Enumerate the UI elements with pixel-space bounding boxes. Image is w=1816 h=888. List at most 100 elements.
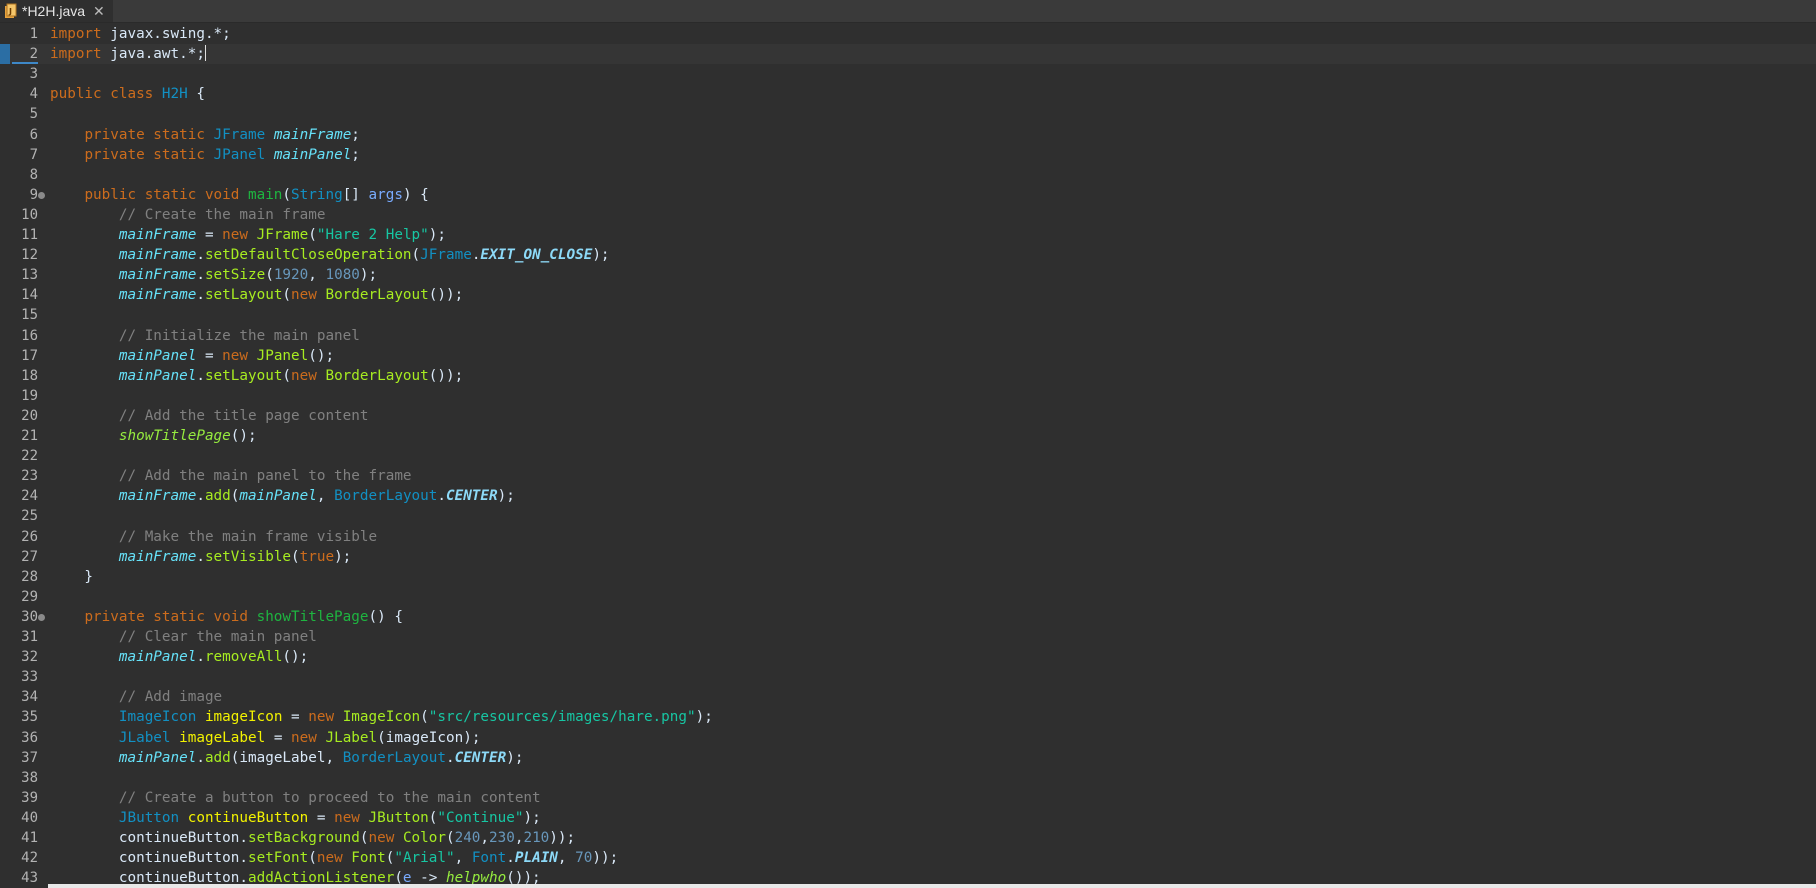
code-line[interactable]: 13 mainFrame.setSize(1920, 1080);	[0, 265, 1816, 285]
tab-h2h-java[interactable]: J *H2H.java ✕	[0, 0, 113, 22]
code-token: JButton	[368, 810, 429, 826]
line-number: 12	[21, 247, 38, 263]
code-line[interactable]: 20 // Add the title page content	[0, 406, 1816, 426]
code-line[interactable]: 16 // Initialize the main panel	[0, 326, 1816, 346]
code-token: 70	[575, 850, 593, 866]
line-number: 11	[21, 227, 38, 243]
code-line[interactable]: 1 import javax.swing.*;	[0, 24, 1816, 44]
code-token: );	[695, 709, 713, 725]
close-icon[interactable]: ✕	[93, 3, 105, 20]
code-line[interactable]: 32 mainPanel.removeAll();	[0, 647, 1816, 667]
code-token: JLabel	[325, 730, 378, 746]
code-line[interactable]: 33	[0, 667, 1816, 687]
code-token: java.awt.*;	[101, 46, 205, 62]
code-line[interactable]: 27 mainFrame.setVisible(true);	[0, 547, 1816, 567]
code-token: continueButton.	[50, 830, 248, 846]
code-line[interactable]: 4 public class H2H {	[0, 84, 1816, 104]
code-text: continueButton.setBackground(new Color(2…	[50, 828, 575, 848]
code-line[interactable]: 40 JButton continueButton = new JButton(…	[0, 808, 1816, 828]
code-text: private static JFrame mainFrame;	[50, 125, 359, 145]
code-line[interactable]: 5	[0, 104, 1816, 124]
code-line[interactable]: 26 // Make the main frame visible	[0, 527, 1816, 547]
code-line[interactable]: 2 import java.awt.*;	[0, 44, 1816, 64]
code-line[interactable]: 42 continueButton.setFont(new Font("Aria…	[0, 848, 1816, 868]
code-token: (	[420, 709, 429, 725]
code-line[interactable]: 9 public static void main(String[] args)…	[0, 185, 1816, 205]
code-token: showTitlePage	[256, 609, 369, 625]
code-token: CENTER	[445, 488, 498, 504]
code-line[interactable]: 22	[0, 446, 1816, 466]
code-token: ());	[428, 368, 464, 384]
code-token: add	[204, 488, 231, 504]
code-token: new	[291, 368, 326, 384]
code-line[interactable]: 25	[0, 506, 1816, 526]
code-line[interactable]: 41 continueButton.setBackground(new Colo…	[0, 828, 1816, 848]
code-token: EXIT_ON_CLOSE	[480, 247, 593, 263]
code-token: // Add the main panel to the frame	[118, 468, 412, 484]
line-number: 21	[21, 428, 38, 444]
code-token: (	[411, 247, 421, 263]
code-line[interactable]: 23 // Add the main panel to the frame	[0, 466, 1816, 486]
code-token: // Add the title page content	[118, 408, 369, 424]
code-line[interactable]: 17 mainPanel = new JPanel();	[0, 346, 1816, 366]
code-text: // Create the main frame	[50, 205, 326, 225]
line-number: 33	[21, 669, 38, 685]
code-token: import	[50, 26, 102, 42]
horizontal-scrollbar[interactable]	[48, 884, 1816, 888]
code-line[interactable]: 29	[0, 587, 1816, 607]
code-editor[interactable]: 1 import javax.swing.*; 2 import java.awt.*…	[0, 24, 1816, 886]
code-line[interactable]: 18 mainPanel.setLayout(new BorderLayout(…	[0, 366, 1816, 386]
code-token: private static void	[84, 609, 257, 625]
code-line[interactable]: 35 ImageIcon imageIcon = new ImageIcon("…	[0, 707, 1816, 727]
code-line[interactable]: 15	[0, 305, 1816, 325]
line-number: 5	[29, 106, 38, 122]
code-token: ();	[282, 649, 309, 665]
code-token: =	[308, 810, 335, 826]
code-line[interactable]: 12 mainFrame.setDefaultCloseOperation(JF…	[0, 245, 1816, 265]
code-line[interactable]: 30 private static void showTitlePage() {	[0, 607, 1816, 627]
tab-title: *H2H.java	[22, 3, 86, 19]
code-line[interactable]: 21 showTitlePage();	[0, 426, 1816, 446]
fold-toggle-icon[interactable]	[38, 192, 45, 199]
code-line[interactable]: 11 mainFrame = new JFrame("Hare 2 Help")…	[0, 225, 1816, 245]
code-token: public static void	[84, 187, 248, 203]
code-line[interactable]: 38	[0, 768, 1816, 788]
code-line[interactable]: 37 mainPanel.add(imageLabel, BorderLayou…	[0, 748, 1816, 768]
code-token: "Continue"	[437, 810, 524, 826]
code-line[interactable]: 31 // Clear the main panel	[0, 627, 1816, 647]
code-line[interactable]: 14 mainFrame.setLayout(new BorderLayout(…	[0, 285, 1816, 305]
code-text: mainFrame = new JFrame("Hare 2 Help");	[50, 225, 446, 245]
code-line[interactable]: 39 // Create a button to proceed to the …	[0, 788, 1816, 808]
code-line[interactable]: 10 // Create the main frame	[0, 205, 1816, 225]
code-line[interactable]: 6 private static JFrame mainFrame;	[0, 125, 1816, 145]
code-line[interactable]: 28 }	[0, 567, 1816, 587]
code-token: mainPanel	[118, 649, 197, 665]
code-line[interactable]: 3	[0, 64, 1816, 84]
code-token: args	[368, 187, 403, 203]
code-token: ,	[480, 830, 490, 846]
fold-toggle-icon[interactable]	[38, 614, 45, 621]
line-number: 4	[29, 86, 38, 102]
code-line[interactable]: 36 JLabel imageLabel = new JLabel(imageI…	[0, 728, 1816, 748]
code-line[interactable]: 34 // Add image	[0, 687, 1816, 707]
code-token: .	[196, 750, 205, 766]
code-token: new	[334, 810, 369, 826]
code-line[interactable]: 7 private static JPanel mainPanel;	[0, 145, 1816, 165]
code-token: .	[196, 368, 205, 384]
code-token: (	[291, 549, 300, 565]
code-token: .	[196, 287, 205, 303]
code-line[interactable]: 24 mainFrame.add(mainPanel, BorderLayout…	[0, 486, 1816, 506]
code-token: setVisible	[204, 549, 292, 565]
code-token: mainFrame	[118, 247, 197, 263]
code-line[interactable]: 19	[0, 386, 1816, 406]
code-token: // Create a button to proceed to the mai…	[118, 790, 541, 806]
code-token: setBackground	[247, 830, 360, 846]
code-text: }	[50, 567, 93, 587]
code-line[interactable]: 8	[0, 165, 1816, 185]
